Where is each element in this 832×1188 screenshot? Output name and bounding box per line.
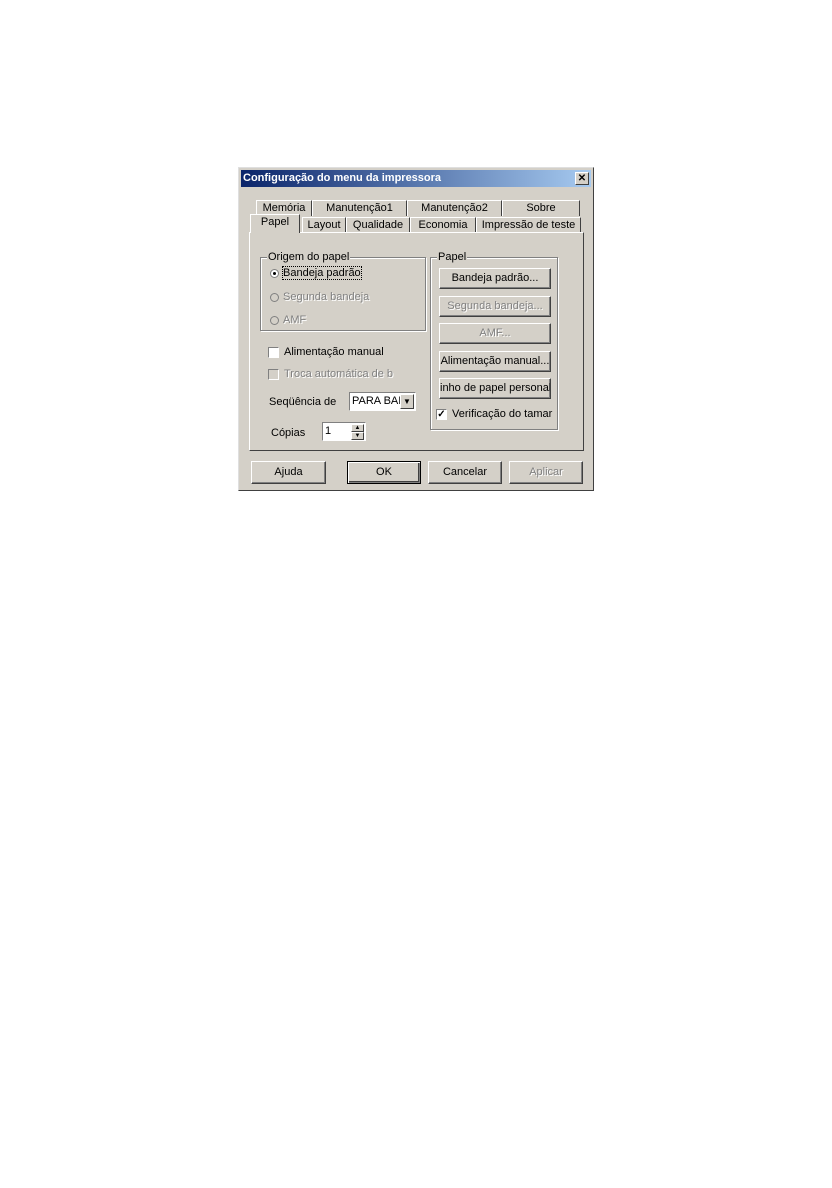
tab-label: Layout bbox=[307, 219, 341, 231]
title-bar[interactable]: Configuração do menu da impressora ✕ bbox=[241, 170, 591, 187]
chevron-down-icon[interactable]: ▼ bbox=[400, 394, 414, 409]
radio-bandeja-padrao[interactable]: Bandeja padrão bbox=[270, 266, 362, 280]
papel-group: Papel Bandeja padrão... Segunda bandeja.… bbox=[430, 251, 558, 430]
ajuda-button[interactable]: Ajuda bbox=[251, 461, 326, 484]
tab-manutencao2[interactable]: Manutenção2 bbox=[407, 200, 502, 216]
papel-title: Papel bbox=[437, 251, 468, 263]
tab-label: Impressão de teste bbox=[481, 219, 576, 231]
tab-manutencao1[interactable]: Manutenção1 bbox=[312, 200, 407, 216]
origem-title: Origem do papel bbox=[267, 251, 351, 263]
tab-label: Economia bbox=[418, 219, 468, 231]
tab-layout[interactable]: Layout bbox=[302, 217, 346, 233]
sequencia-label: Seqüência de bbox=[269, 396, 337, 408]
radio-label: AMF bbox=[283, 314, 307, 326]
tab-label: Memória bbox=[262, 202, 306, 214]
radio-amf[interactable]: AMF bbox=[270, 314, 306, 326]
spin-up-icon[interactable]: ▲ bbox=[351, 424, 364, 432]
tab-label: Manutenção1 bbox=[326, 202, 393, 214]
troca-automatica-checkbox[interactable]: Troca automática de b bbox=[268, 368, 393, 380]
tab-papel[interactable]: Papel bbox=[250, 214, 300, 233]
alimentacao-manual-checkbox[interactable]: Alimentação manual bbox=[268, 346, 384, 358]
tamanho-personalizado-button[interactable]: inho de papel personaliz bbox=[439, 378, 551, 399]
printer-menu-dialog: Configuração do menu da impressora ✕ Mem… bbox=[238, 167, 594, 491]
checkmark-icon: ✓ bbox=[436, 408, 447, 420]
segunda-bandeja-button[interactable]: Segunda bandeja... bbox=[439, 296, 551, 317]
radio-label: Segunda bandeja bbox=[283, 291, 370, 303]
cancelar-button[interactable]: Cancelar bbox=[428, 461, 502, 484]
radio-segunda-bandeja[interactable]: Segunda bandeja bbox=[270, 291, 369, 303]
checkbox-label: Alimentação manual bbox=[284, 346, 384, 358]
amf-button[interactable]: AMF... bbox=[439, 323, 551, 344]
checkbox-label: Verificação do tamar bbox=[452, 408, 553, 420]
checkbox-icon bbox=[268, 368, 279, 380]
verificacao-checkbox[interactable]: ✓ Verificação do tamar bbox=[436, 408, 552, 420]
origem-group: Origem do papel Bandeja padrão Segunda b… bbox=[260, 251, 426, 331]
tab-label: Papel bbox=[260, 216, 290, 228]
ok-button[interactable]: OK bbox=[347, 461, 421, 484]
tab-impressao-de-teste[interactable]: Impressão de teste bbox=[476, 217, 581, 233]
tab-sobre[interactable]: Sobre bbox=[502, 200, 580, 216]
copias-stepper[interactable]: 1 ▲ ▼ bbox=[322, 422, 366, 441]
alimentacao-manual-button[interactable]: Alimentação manual... bbox=[439, 351, 551, 372]
stepper-value: 1 bbox=[325, 425, 332, 437]
close-icon[interactable]: ✕ bbox=[575, 172, 589, 185]
tab-economia[interactable]: Economia bbox=[410, 217, 476, 233]
select-value: PARA BAI bbox=[352, 395, 402, 407]
sequencia-select[interactable]: PARA BAI ▼ bbox=[349, 392, 416, 411]
window-title: Configuração do menu da impressora bbox=[243, 172, 442, 184]
radio-icon bbox=[270, 292, 279, 302]
tab-label: Sobre bbox=[526, 202, 556, 214]
tab-panel-papel: Origem do papel Bandeja padrão Segunda b… bbox=[249, 232, 584, 451]
radio-icon bbox=[270, 268, 279, 278]
checkbox-label: Troca automática de b bbox=[284, 368, 394, 380]
tab-qualidade[interactable]: Qualidade bbox=[346, 217, 410, 233]
bandeja-padrao-button[interactable]: Bandeja padrão... bbox=[439, 268, 551, 289]
radio-label: Bandeja padrão bbox=[282, 266, 362, 280]
copias-label: Cópias bbox=[271, 427, 306, 439]
aplicar-button[interactable]: Aplicar bbox=[509, 461, 583, 484]
tab-label: Manutenção2 bbox=[421, 202, 488, 214]
spin-down-icon[interactable]: ▼ bbox=[351, 432, 364, 440]
radio-icon bbox=[270, 315, 279, 325]
checkbox-icon bbox=[268, 346, 279, 358]
tab-label: Qualidade bbox=[352, 219, 404, 231]
